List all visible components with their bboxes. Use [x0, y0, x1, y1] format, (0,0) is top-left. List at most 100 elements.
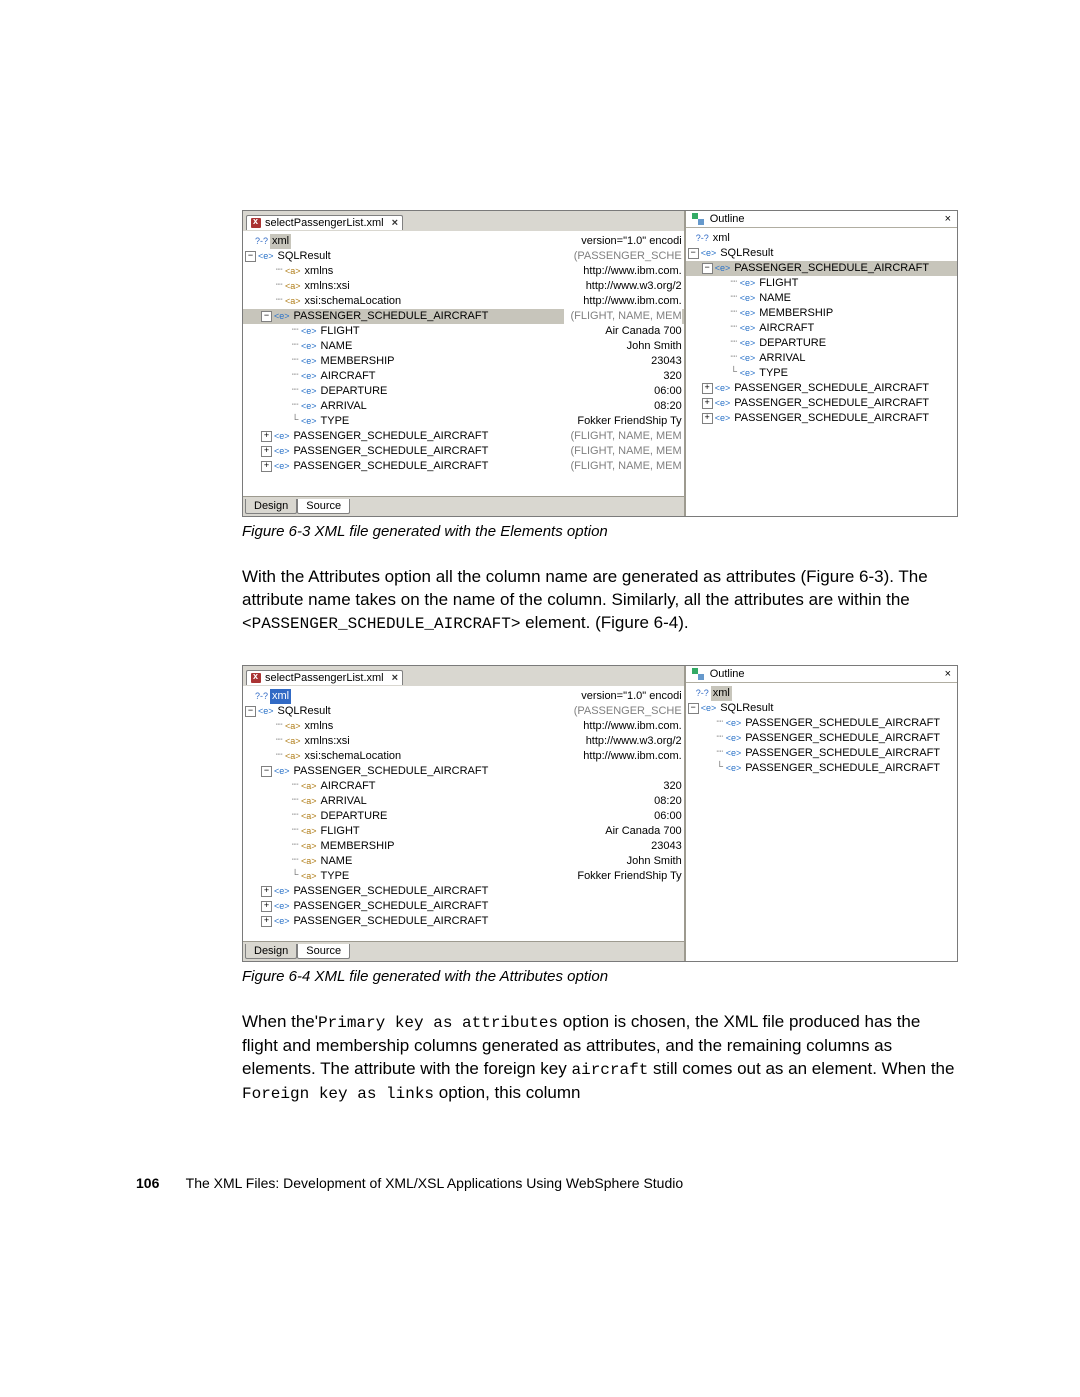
- tree-row[interactable]: └<e>PASSENGER_SCHEDULE_AIRCRAFT: [686, 761, 957, 776]
- tree-row[interactable]: ┈<e>MEMBERSHIP: [686, 306, 957, 321]
- tree-row[interactable]: └<e>TYPE: [686, 366, 957, 381]
- tree-row[interactable]: ┈<e>NAME: [686, 291, 957, 306]
- tree-row[interactable]: +<e>PASSENGER_SCHEDULE_AIRCRAFT: [686, 381, 957, 396]
- tree-expander[interactable]: −: [245, 706, 256, 717]
- tree-row[interactable]: −<e>PASSENGER_SCHEDULE_AIRCRAFT: [686, 261, 957, 276]
- tree-row[interactable]: ┈<a>NAMEJohn Smith: [243, 854, 684, 869]
- tree-branch-icon: ┈: [289, 854, 301, 869]
- tree-row[interactable]: ┈<e>MEMBERSHIP23043: [243, 354, 684, 369]
- tree-expander[interactable]: +: [261, 431, 272, 442]
- attribute-icon: <a>: [285, 294, 303, 309]
- tree-row[interactable]: ┈<e>DEPARTURE06:00: [243, 384, 684, 399]
- xml-design-tree[interactable]: ?-?xmlversion="1.0" encodi−<e>SQLResult(…: [243, 231, 684, 496]
- tree-row[interactable]: ┈<a>xmlnshttp://www.ibm.com.: [243, 264, 684, 279]
- tree-row[interactable]: +<e>PASSENGER_SCHEDULE_AIRCRAFT: [243, 884, 684, 899]
- tree-expander[interactable]: +: [261, 446, 272, 457]
- tree-row[interactable]: −<e>SQLResult: [686, 246, 957, 261]
- element-icon: <e>: [274, 884, 292, 899]
- tree-row[interactable]: +<e>PASSENGER_SCHEDULE_AIRCRAFT: [686, 411, 957, 426]
- tree-value: John Smith: [621, 339, 682, 354]
- outline-tree[interactable]: ?-?xml−<e>SQLResult┈<e>PASSENGER_SCHEDUL…: [686, 683, 957, 961]
- xml-decl-icon: ?-?: [696, 686, 711, 701]
- tree-expander[interactable]: −: [688, 248, 699, 259]
- xml-decl-icon: ?-?: [255, 689, 270, 704]
- tree-row[interactable]: −<e>SQLResult(PASSENGER_SCHE: [243, 704, 684, 719]
- tree-expander[interactable]: −: [245, 251, 256, 262]
- editor-mode-tab[interactable]: Source: [297, 499, 350, 514]
- editor-tab[interactable]: selectPassengerList.xml×: [246, 670, 403, 685]
- editor-mode-tab[interactable]: Design: [245, 944, 297, 959]
- tree-label: SQLResult: [276, 249, 333, 264]
- tree-row[interactable]: ┈<a>xmlns:xsihttp://www.w3.org/2: [243, 734, 684, 749]
- xml-design-tree[interactable]: ?-?xmlversion="1.0" encodi−<e>SQLResult(…: [243, 686, 684, 941]
- editor-tab[interactable]: selectPassengerList.xml×: [246, 215, 403, 230]
- tree-row[interactable]: ┈<a>ARRIVAL08:20: [243, 794, 684, 809]
- tree-expander[interactable]: +: [261, 901, 272, 912]
- tree-branch-icon: ┈: [273, 264, 285, 279]
- tree-expander[interactable]: +: [261, 916, 272, 927]
- tree-row[interactable]: ┈<e>NAMEJohn Smith: [243, 339, 684, 354]
- element-icon: <e>: [740, 336, 758, 351]
- tree-row[interactable]: ┈<a>xsi:schemaLocationhttp://www.ibm.com…: [243, 749, 684, 764]
- tree-row[interactable]: ?-?xmlversion="1.0" encodi: [243, 689, 684, 704]
- close-icon[interactable]: ×: [945, 213, 951, 225]
- tree-row[interactable]: ┈<a>MEMBERSHIP23043: [243, 839, 684, 854]
- tree-label: xmlns:xsi: [303, 279, 352, 294]
- tree-row[interactable]: ┈<e>FLIGHT: [686, 276, 957, 291]
- tree-row[interactable]: +<e>PASSENGER_SCHEDULE_AIRCRAFT(FLIGHT, …: [243, 444, 684, 459]
- tree-row[interactable]: └<e>TYPEFokker FriendShip Ty: [243, 414, 684, 429]
- tree-row[interactable]: −<e>PASSENGER_SCHEDULE_AIRCRAFT: [243, 764, 684, 779]
- tree-row[interactable]: ?-?xml: [686, 231, 957, 246]
- tree-expander[interactable]: +: [702, 398, 713, 409]
- close-icon[interactable]: ×: [392, 217, 398, 229]
- tree-expander[interactable]: −: [261, 766, 272, 777]
- tree-value: Air Canada 700: [599, 324, 681, 339]
- tree-value: 320: [657, 779, 681, 794]
- tree-row[interactable]: −<e>SQLResult: [686, 701, 957, 716]
- tree-expander[interactable]: +: [702, 383, 713, 394]
- editor-mode-tab[interactable]: Source: [297, 944, 350, 959]
- tree-row[interactable]: ┈<a>xsi:schemaLocationhttp://www.ibm.com…: [243, 294, 684, 309]
- tree-row[interactable]: ┈<e>ARRIVAL08:20: [243, 399, 684, 414]
- tree-row[interactable]: ┈<e>DEPARTURE: [686, 336, 957, 351]
- tree-value: 08:20: [648, 794, 682, 809]
- tree-row[interactable]: ┈<e>PASSENGER_SCHEDULE_AIRCRAFT: [686, 731, 957, 746]
- tree-label: DEPARTURE: [319, 809, 390, 824]
- tree-row[interactable]: ┈<a>xmlns:xsihttp://www.w3.org/2: [243, 279, 684, 294]
- tree-expander[interactable]: +: [261, 461, 272, 472]
- tree-row[interactable]: −<e>PASSENGER_SCHEDULE_AIRCRAFT(FLIGHT, …: [243, 309, 684, 324]
- tree-branch-icon: ┈: [728, 306, 740, 321]
- tree-row[interactable]: −<e>SQLResult(PASSENGER_SCHE: [243, 249, 684, 264]
- tree-expander[interactable]: +: [702, 413, 713, 424]
- tree-expander[interactable]: +: [261, 886, 272, 897]
- tree-row[interactable]: +<e>PASSENGER_SCHEDULE_AIRCRAFT: [686, 396, 957, 411]
- tree-row[interactable]: ┈<e>ARRIVAL: [686, 351, 957, 366]
- tree-row[interactable]: +<e>PASSENGER_SCHEDULE_AIRCRAFT(FLIGHT, …: [243, 459, 684, 474]
- tree-row[interactable]: ┈<a>xmlnshttp://www.ibm.com.: [243, 719, 684, 734]
- tree-row[interactable]: ?-?xmlversion="1.0" encodi: [243, 234, 684, 249]
- element-icon: <e>: [301, 399, 319, 414]
- element-icon: <e>: [274, 459, 292, 474]
- close-icon[interactable]: ×: [392, 672, 398, 684]
- tree-row[interactable]: ┈<e>PASSENGER_SCHEDULE_AIRCRAFT: [686, 746, 957, 761]
- element-icon: <e>: [715, 381, 733, 396]
- tree-row[interactable]: ┈<a>DEPARTURE06:00: [243, 809, 684, 824]
- tree-row[interactable]: +<e>PASSENGER_SCHEDULE_AIRCRAFT: [243, 899, 684, 914]
- tree-row[interactable]: ┈<e>AIRCRAFT: [686, 321, 957, 336]
- tree-row[interactable]: └<a>TYPEFokker FriendShip Ty: [243, 869, 684, 884]
- tree-expander[interactable]: −: [702, 263, 713, 274]
- tree-expander[interactable]: −: [688, 703, 699, 714]
- tree-row[interactable]: ┈<e>FLIGHTAir Canada 700: [243, 324, 684, 339]
- tree-row[interactable]: ┈<e>AIRCRAFT320: [243, 369, 684, 384]
- tree-label: PASSENGER_SCHEDULE_AIRCRAFT: [743, 761, 942, 776]
- tree-row[interactable]: ?-?xml: [686, 686, 957, 701]
- tree-row[interactable]: +<e>PASSENGER_SCHEDULE_AIRCRAFT(FLIGHT, …: [243, 429, 684, 444]
- tree-row[interactable]: ┈<a>AIRCRAFT320: [243, 779, 684, 794]
- close-icon[interactable]: ×: [945, 668, 951, 680]
- editor-mode-tab[interactable]: Design: [245, 499, 297, 514]
- tree-expander[interactable]: −: [261, 311, 272, 322]
- outline-tree[interactable]: ?-?xml−<e>SQLResult−<e>PASSENGER_SCHEDUL…: [686, 228, 957, 516]
- tree-row[interactable]: ┈<a>FLIGHTAir Canada 700: [243, 824, 684, 839]
- tree-row[interactable]: ┈<e>PASSENGER_SCHEDULE_AIRCRAFT: [686, 716, 957, 731]
- tree-row[interactable]: +<e>PASSENGER_SCHEDULE_AIRCRAFT: [243, 914, 684, 929]
